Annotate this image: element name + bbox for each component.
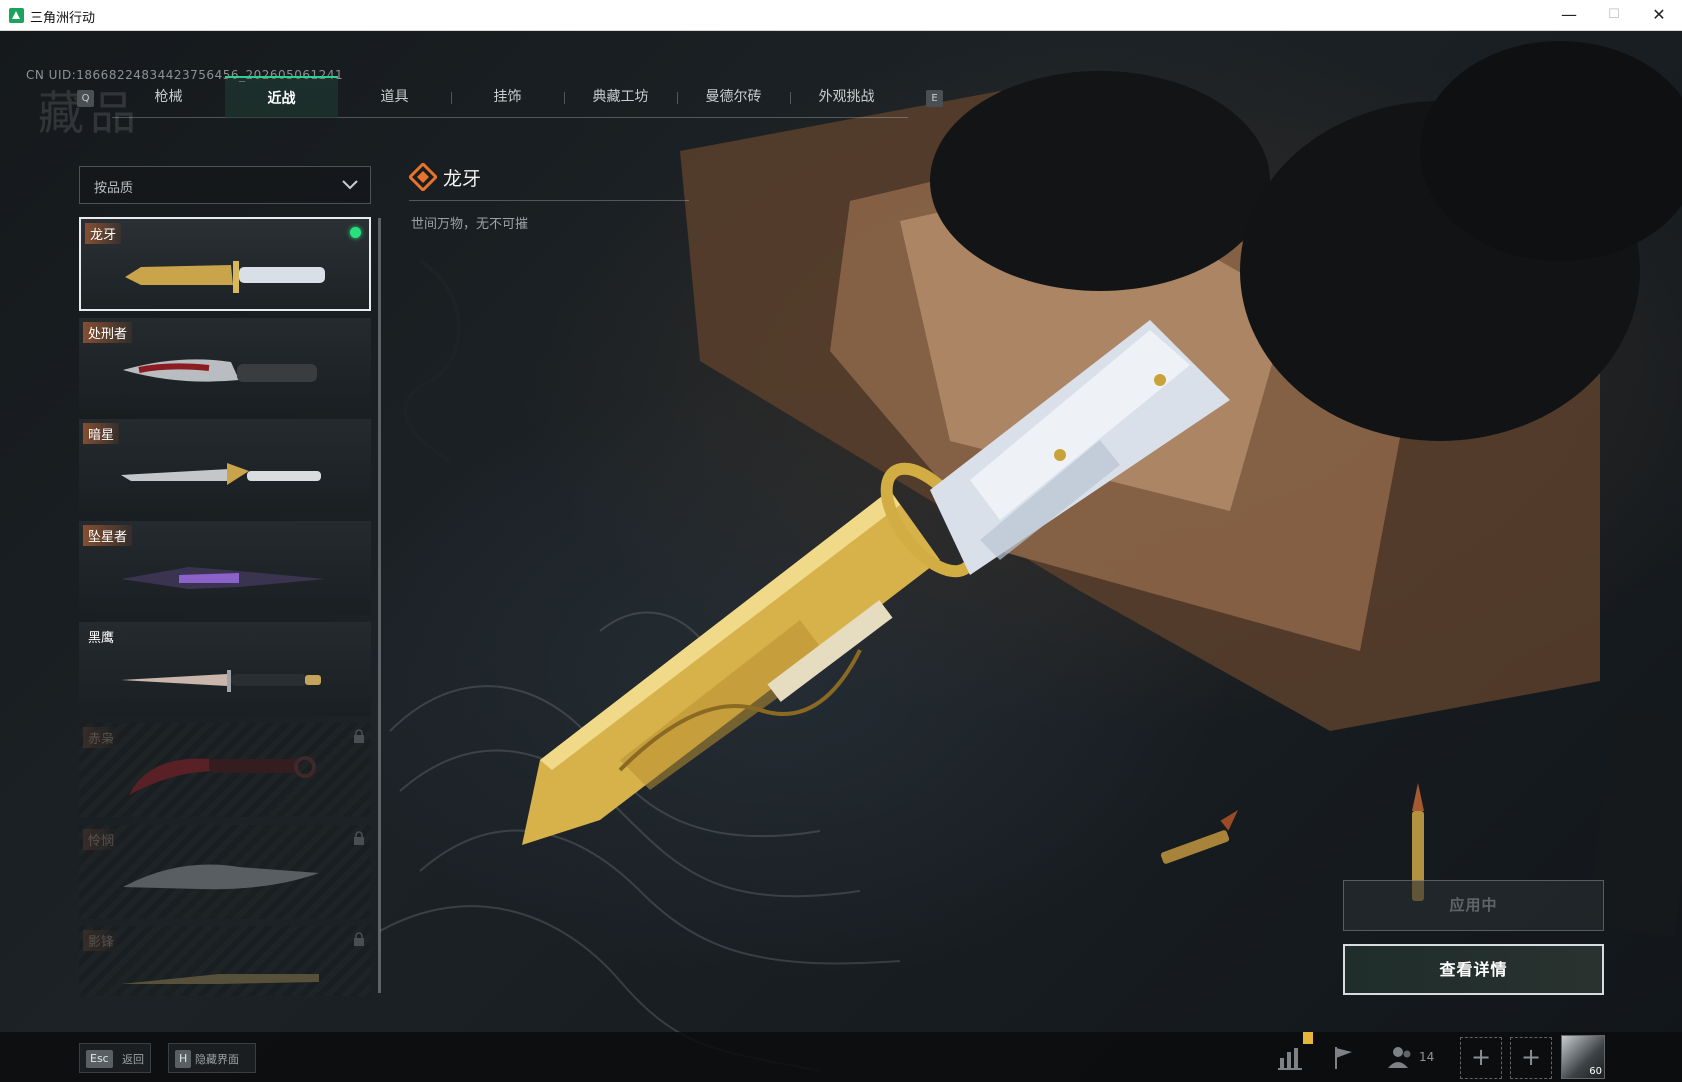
category-tabs: 枪械 近战 道具 挂饰 典藏工坊 曼德尔砖 外观挑战 (112, 76, 908, 118)
chevron-down-icon (342, 180, 358, 190)
friends-icon[interactable] (1385, 1042, 1415, 1072)
rarity-diamond-icon (409, 163, 437, 191)
esc-key: Esc (86, 1050, 113, 1068)
next-tab-key[interactable]: E (926, 90, 943, 107)
stats-chart-icon[interactable] (1275, 1042, 1305, 1072)
knife-thumbnail (121, 974, 319, 984)
lock-icon (354, 729, 364, 743)
notification-badge (1303, 1032, 1313, 1044)
list-item-dragon-fang[interactable]: 龙牙 (79, 217, 371, 311)
back-label: 返回 (122, 1053, 144, 1066)
tab-mandel-brick[interactable]: 曼德尔砖 (677, 76, 790, 118)
knife-thumbnail (121, 670, 321, 692)
hide-ui-label: 隐藏界面 (195, 1053, 239, 1066)
player-avatar[interactable]: 60 (1561, 1035, 1605, 1079)
minimize-button[interactable]: — (1546, 0, 1592, 31)
list-item-star-faller[interactable]: 坠星者 (79, 521, 371, 615)
player-level: 60 (1589, 1066, 1602, 1077)
knife-thumbnail (121, 463, 321, 485)
knife-preview-3d (522, 320, 1230, 845)
knife-thumbnail (121, 567, 325, 589)
list-scrollbar[interactable] (378, 218, 381, 993)
back-hint[interactable]: Esc 返回 (79, 1043, 151, 1073)
lock-icon (354, 932, 364, 946)
flag-icon[interactable] (1328, 1042, 1358, 1072)
item-name: 黑鹰 (88, 631, 115, 646)
tab-melee[interactable]: 近战 (225, 76, 338, 118)
friend-count: 14 (1419, 1050, 1435, 1064)
list-item-mercy[interactable]: 怜悯 (79, 825, 371, 919)
window-title: 三角洲行动 (30, 11, 96, 26)
knife-thumbnail (129, 756, 316, 795)
equipped-indicator (350, 227, 361, 238)
close-button[interactable]: ✕ (1636, 0, 1682, 31)
tab-items[interactable]: 道具 (338, 76, 451, 118)
item-name: 怜悯 (83, 829, 120, 850)
tab-collection-workshop[interactable]: 典藏工坊 (564, 76, 677, 118)
tab-appearance-challenge[interactable]: 外观挑战 (790, 76, 903, 118)
prev-tab-key[interactable]: Q (77, 90, 94, 107)
list-item-shadow-edge[interactable]: 影锋 (79, 926, 371, 996)
add-teammate-slot[interactable]: + (1510, 1037, 1552, 1079)
knife-thumbnail (123, 864, 319, 890)
filter-label: 按品质 (94, 181, 134, 196)
item-description: 世间万物，无不可摧 (411, 217, 529, 232)
list-item-executioner[interactable]: 处刑者 (79, 318, 371, 412)
knife-thumbnail (123, 359, 317, 382)
game-viewport: CN UID:18668224834423756456_202605061241… (0, 31, 1682, 1082)
h-key: H (175, 1050, 192, 1068)
item-name: 影锋 (83, 930, 120, 951)
knife-thumbnail (125, 261, 325, 293)
view-details-button[interactable]: 查看详情 (1343, 944, 1604, 995)
applied-button[interactable]: 应用中 (1343, 880, 1604, 931)
tab-firearms[interactable]: 枪械 (112, 76, 225, 118)
lock-icon (354, 831, 364, 845)
item-title: 龙牙 (443, 168, 482, 190)
list-item-dark-star[interactable]: 暗星 (79, 419, 371, 513)
add-teammate-slot[interactable]: + (1460, 1037, 1502, 1079)
list-item-black-hawk[interactable]: 黑鹰 (79, 622, 371, 716)
list-item-red-owl[interactable]: 赤枭 (79, 723, 371, 817)
item-name: 暗星 (83, 423, 120, 444)
app-logo-icon (9, 8, 24, 23)
maximize-button[interactable]: ☐ (1591, 0, 1637, 31)
item-name: 龙牙 (85, 223, 122, 244)
hide-ui-hint[interactable]: H 隐藏界面 (168, 1043, 256, 1073)
app-window: 三角洲行动 — ☐ ✕ CN UID:18668224834423756456_… (0, 0, 1682, 1082)
quality-filter-dropdown[interactable]: 按品质 (79, 166, 371, 204)
title-bar: 三角洲行动 — ☐ ✕ (0, 0, 1682, 31)
title-divider (409, 200, 689, 201)
item-name: 赤枭 (83, 727, 120, 748)
tab-charms[interactable]: 挂饰 (451, 76, 564, 118)
